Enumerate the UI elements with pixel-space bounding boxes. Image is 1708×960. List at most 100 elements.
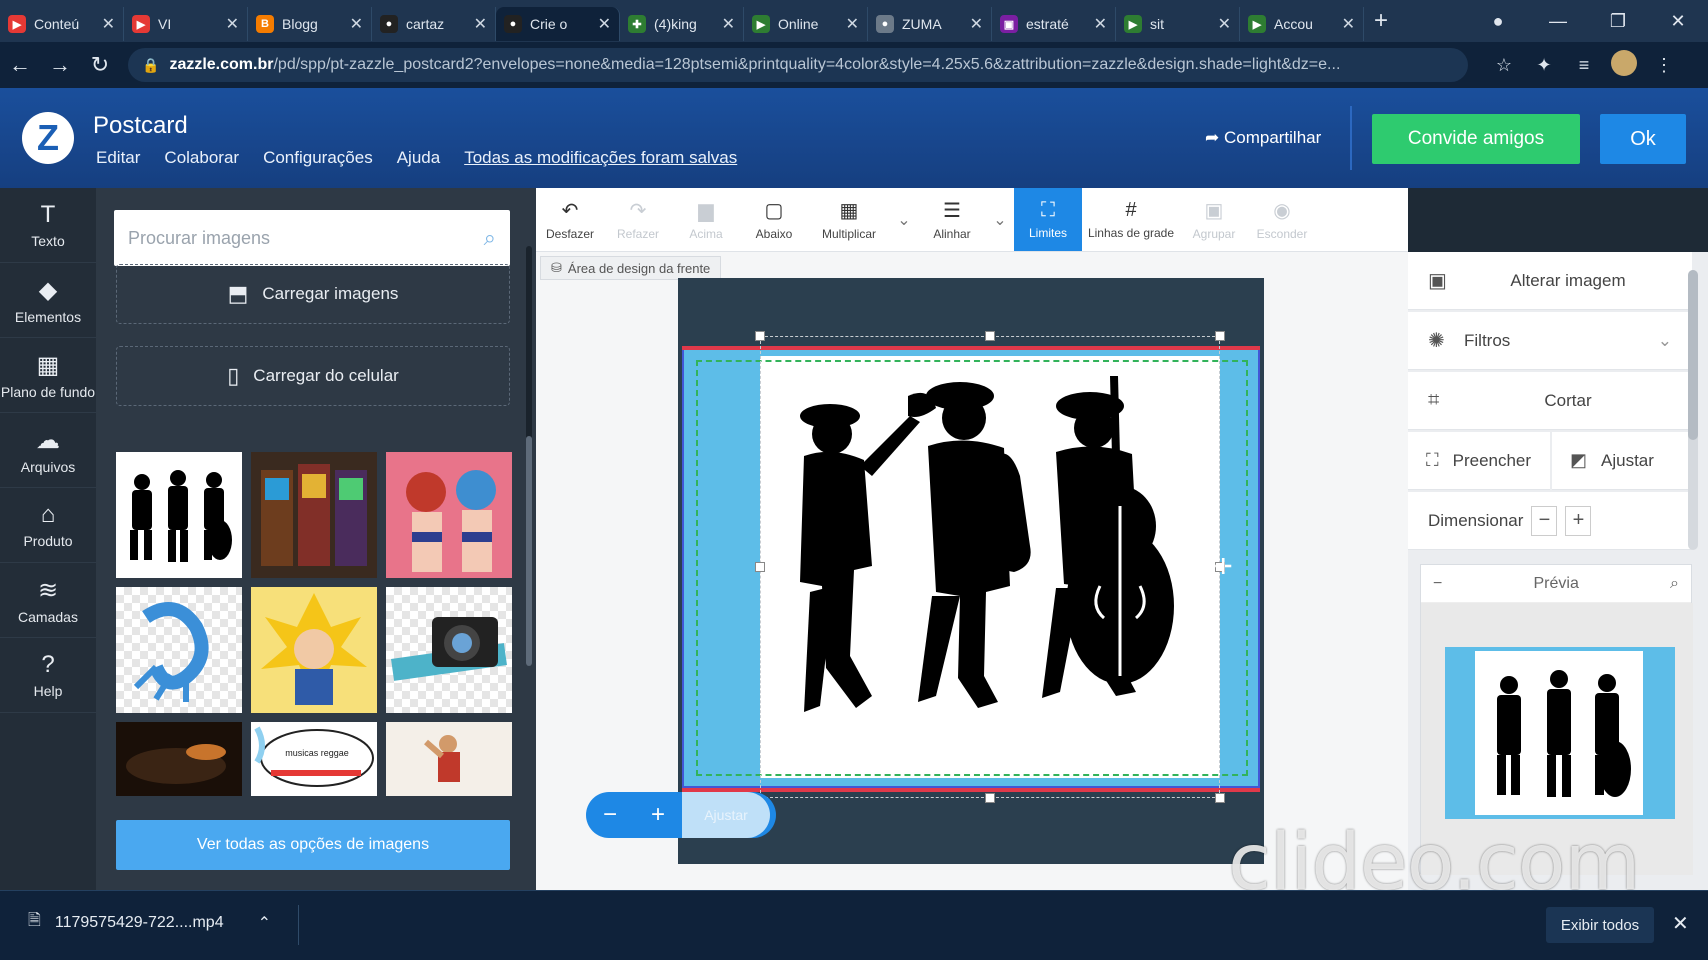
toolbar-refazer-button[interactable]: ↷ Refazer <box>604 188 672 251</box>
upload-from-phone-button[interactable]: ▯ Carregar do celular <box>116 346 510 406</box>
menu-colaborar[interactable]: Colaborar <box>164 148 239 168</box>
tool-arquivos[interactable]: ☁ Arquivos <box>0 413 96 488</box>
close-tab-icon[interactable]: ✕ <box>1342 14 1355 34</box>
resize-decrease-button[interactable]: − <box>1531 505 1558 536</box>
browser-tab[interactable]: ▶ VI ✕ <box>124 7 248 41</box>
new-tab-icon[interactable]: + <box>1374 7 1388 35</box>
browser-tab[interactable]: ● ZUMA ✕ <box>868 7 992 41</box>
browser-tab[interactable]: ▶ Accou ✕ <box>1240 7 1364 41</box>
tool-produto[interactable]: ⌂ Produto <box>0 488 96 563</box>
show-all-downloads-button[interactable]: Exibir todos <box>1546 907 1654 943</box>
thumb-anime-girls[interactable] <box>386 452 512 578</box>
upload-images-button[interactable]: ⬒ Carregar imagens <box>116 264 510 324</box>
resize-handle-l[interactable] <box>755 562 765 572</box>
thumb-dragonball[interactable] <box>251 587 377 713</box>
zoom-in-button[interactable]: + <box>634 801 682 829</box>
tool-elementos[interactable]: ◆ Elementos <box>0 263 96 338</box>
forward-icon[interactable]: → <box>40 52 80 78</box>
close-window-icon[interactable]: ✕ <box>1648 11 1708 32</box>
selection-box[interactable] <box>760 336 1220 798</box>
extensions-icon[interactable]: ✦ <box>1524 55 1564 76</box>
close-tab-icon[interactable]: ✕ <box>350 14 363 34</box>
menu-configuracoes[interactable]: Configurações <box>263 148 373 168</box>
toolbar-limites-button[interactable]: ⛶ Limites <box>1014 188 1082 251</box>
thumb-dark-car[interactable] <box>116 722 242 796</box>
close-tab-icon[interactable]: ✕ <box>846 14 859 34</box>
ok-button[interactable]: Ok <box>1600 114 1686 164</box>
close-tab-icon[interactable]: ✕ <box>598 14 611 34</box>
toolbar-desfazer-button[interactable]: ↶ Desfazer <box>536 188 604 251</box>
browser-tab[interactable]: ✚ (4)king ✕ <box>620 7 744 41</box>
close-tab-icon[interactable]: ✕ <box>226 14 239 34</box>
close-download-bar-icon[interactable]: ✕ <box>1672 911 1689 936</box>
resize-increase-button[interactable]: + <box>1565 505 1592 536</box>
toolbar-alinhar-button[interactable]: ☰ Alinhar <box>918 188 986 251</box>
browser-tab[interactable]: ● Crie o ✕ <box>496 7 620 41</box>
thumb-reggae-text[interactable]: musicas reggae <box>251 722 377 796</box>
toolbar-linhas-de-grade-button[interactable]: # Linhas de grade <box>1082 188 1180 251</box>
resize-handle-t[interactable] <box>985 331 995 341</box>
share-button[interactable]: ➦ Compartilhar <box>1205 128 1321 148</box>
resize-handle-tr[interactable] <box>1215 331 1225 341</box>
close-tab-icon[interactable]: ✕ <box>1218 14 1231 34</box>
toolbar-multiplicar-button[interactable]: ▦ Multiplicar <box>808 188 890 251</box>
browser-menu-icon[interactable]: ⋮ <box>1644 55 1684 76</box>
browser-tab[interactable]: ▶ Conteú ✕ <box>0 7 124 41</box>
postcard-artboard[interactable]: ✛ <box>678 278 1264 864</box>
design-area-tag[interactable]: ⛁ Área de design da frente <box>540 256 722 280</box>
tool-help[interactable]: ? Help <box>0 638 96 713</box>
bookmark-star-icon[interactable]: ☆ <box>1484 55 1524 76</box>
browser-tab[interactable]: ● cartaz ✕ <box>372 7 496 41</box>
chevron-down-icon[interactable]: ⌄ <box>890 188 918 251</box>
resize-handle-br[interactable] <box>1215 793 1225 803</box>
close-tab-icon[interactable]: ✕ <box>970 14 983 34</box>
invite-friends-button[interactable]: Convide amigos <box>1372 114 1580 164</box>
close-tab-icon[interactable]: ✕ <box>474 14 487 34</box>
toolbar-acima-button[interactable]: ▆ Acima <box>672 188 740 251</box>
back-icon[interactable]: ← <box>0 52 40 78</box>
thumb-jazz-musicians[interactable] <box>116 452 242 578</box>
resize-handle-b[interactable] <box>985 793 995 803</box>
change-image-button[interactable]: ▣ Alterar imagem <box>1408 252 1692 310</box>
crop-button[interactable]: ⌗ Cortar <box>1408 372 1692 430</box>
fill-button[interactable]: ⛶ Preencher <box>1408 432 1550 490</box>
zoom-out-button[interactable]: − <box>586 801 634 829</box>
fit-button[interactable]: ◩ Ajustar <box>1552 432 1694 490</box>
browser-tab[interactable]: ▶ sit ✕ <box>1116 7 1240 41</box>
tool-plano-de-fundo[interactable]: ▦ Plano de fundo <box>0 338 96 413</box>
collapse-preview-icon[interactable]: − <box>1433 575 1442 593</box>
toolbar-agrupar-button[interactable]: ▣ Agrupar <box>1180 188 1248 251</box>
close-tab-icon[interactable]: ✕ <box>722 14 735 34</box>
zazzle-logo[interactable]: Z <box>22 112 74 164</box>
browser-tab[interactable]: ▣ estraté ✕ <box>992 7 1116 41</box>
zoom-fit-button[interactable]: Ajustar <box>682 792 770 838</box>
user-avatar[interactable] <box>1604 49 1644 81</box>
menu-editar[interactable]: Editar <box>96 148 140 168</box>
profile-icon[interactable]: ● <box>1468 11 1528 32</box>
resize-handle-tl[interactable] <box>755 331 765 341</box>
save-status-link[interactable]: Todas as modificações foram salvas <box>464 148 737 168</box>
url-input[interactable]: 🔒 zazzle.com.br /pd/spp/pt-zazzle_postca… <box>128 48 1468 82</box>
toolbar-abaixo-button[interactable]: ▢ Abaixo <box>740 188 808 251</box>
minimize-icon[interactable]: — <box>1528 11 1588 32</box>
tool-texto[interactable]: T Texto <box>0 188 96 263</box>
download-item[interactable]: 🗎 1179575429-722....mp4 ⌃ <box>28 909 271 936</box>
image-search-input[interactable]: Procurar imagens ⌕ <box>114 210 510 266</box>
search-icon[interactable]: ⌕ <box>484 225 496 251</box>
menu-ajuda[interactable]: Ajuda <box>397 148 440 168</box>
reading-list-icon[interactable]: ≡ <box>1564 55 1604 76</box>
tool-camadas[interactable]: ≋ Camadas <box>0 563 96 638</box>
properties-scrollbar[interactable] <box>1688 270 1698 550</box>
close-tab-icon[interactable]: ✕ <box>102 14 115 34</box>
thumb-camera[interactable] <box>386 587 512 713</box>
image-panel-scrollbar[interactable] <box>526 246 532 666</box>
browser-tab[interactable]: ▶ Online ✕ <box>744 7 868 41</box>
reload-icon[interactable]: ↻ <box>80 52 120 78</box>
thumb-fighter[interactable] <box>386 722 512 796</box>
zoom-preview-icon[interactable]: ⌕ <box>1670 575 1679 593</box>
restore-icon[interactable]: ❐ <box>1588 11 1648 32</box>
thumb-blue-scorpion[interactable] <box>116 587 242 713</box>
filters-dropdown[interactable]: ✺ Filtros ⌄ <box>1408 312 1692 370</box>
toolbar-esconder-button[interactable]: ◉ Esconder <box>1248 188 1316 251</box>
chevron-down-icon[interactable]: ⌄ <box>986 188 1014 251</box>
